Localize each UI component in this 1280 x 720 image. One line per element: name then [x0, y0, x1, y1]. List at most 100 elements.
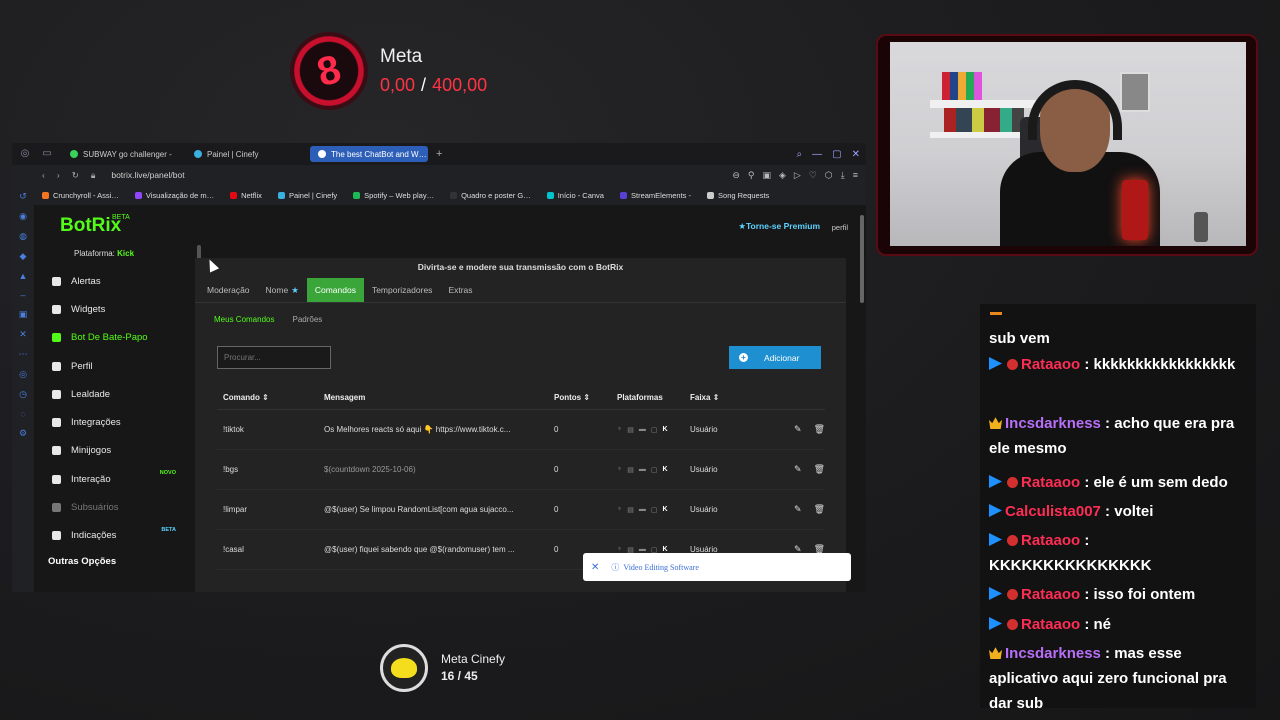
telegram-icon[interactable]: ◆ [20, 251, 27, 262]
page-scrollbar[interactable] [860, 215, 864, 303]
tab-botrix[interactable]: The best ChatBot and W… [310, 146, 428, 162]
x-icon[interactable]: ✕ [19, 329, 27, 340]
zoom-icon[interactable]: ⊖ [732, 170, 740, 181]
col-rank[interactable]: Faixa ⇕ [690, 393, 775, 402]
minimize-icon[interactable]: — [812, 149, 822, 160]
sidebar-item-chatbot[interactable]: Bot De Bate-Papo [48, 324, 176, 352]
chat-message: Calculista007 : voltei [989, 499, 1251, 524]
bookmark-netflix[interactable]: Netflix [230, 191, 262, 200]
tab-manager-icon[interactable]: ▭ [40, 147, 54, 161]
subtab-defaults[interactable]: Padrões [292, 315, 322, 324]
col-points[interactable]: Pontos ⇕ [554, 393, 617, 402]
tab-cinefy[interactable]: Painel | Cinefy [186, 146, 304, 162]
tab-temporizadores[interactable]: Temporizadores [364, 278, 440, 302]
chat-username[interactable]: Rataaoo [1021, 532, 1080, 549]
chat-username[interactable]: Incsdarkness [1005, 415, 1101, 432]
close-icon[interactable]: ✕ [852, 149, 860, 160]
workspace-icon[interactable]: ◎ [18, 147, 32, 161]
search-tabs-icon[interactable]: ⌕ [797, 149, 803, 160]
trash-icon[interactable]: 🗑︎ [814, 424, 825, 435]
more-icon[interactable]: ⋯ [19, 349, 28, 360]
webcam-books [942, 72, 982, 100]
play-icon[interactable]: ▷ [794, 170, 801, 181]
screenshot-icon[interactable]: ▣ [762, 170, 771, 181]
bookmark-cinefy[interactable]: Painel | Cinefy [277, 191, 337, 200]
tab-comandos[interactable]: Comandos [306, 278, 364, 302]
toast-text[interactable]: Video Editing Software [623, 563, 699, 572]
tab-subway[interactable]: SUBWAY go challenger - [62, 146, 180, 162]
url-field[interactable]: botrix.live/panel/bot [111, 170, 184, 180]
sidebar-item-minijogos[interactable]: Minijogos [48, 437, 176, 465]
extensions-icon[interactable]: ⬡ [825, 170, 833, 181]
maximize-icon[interactable]: ▢ [832, 149, 841, 160]
webcam-shelf [930, 100, 1040, 108]
search-input[interactable] [217, 346, 331, 369]
bookmark-icon [707, 191, 715, 199]
twitch-icon[interactable]: ▣ [19, 309, 28, 320]
facebook-icon: ▢ [650, 506, 658, 514]
tab-extras[interactable]: Extras [440, 278, 480, 302]
cell-message: @$(user) Se limpou RandomList[com agua s… [324, 505, 514, 514]
bookmark-song-requests[interactable]: Song Requests [707, 191, 769, 200]
chat-username[interactable]: Calculista007 [1005, 503, 1101, 520]
edit-icon[interactable]: ✎ [794, 424, 802, 435]
back-icon[interactable]: ‹ [42, 170, 45, 180]
chat-username[interactable]: Rataaoo [1021, 616, 1080, 633]
bookmark-streamelements[interactable]: StreamElements - [619, 191, 691, 200]
bookmark-spotify[interactable]: Spotify – Web play… [353, 191, 434, 200]
chat-username[interactable]: Incsdarkness [1005, 645, 1101, 662]
chat-username[interactable]: Rataaoo [1021, 356, 1080, 373]
close-icon[interactable]: ✕ [591, 562, 599, 573]
new-tab-icon[interactable]: + [436, 148, 442, 160]
cell-command: !limpar [223, 505, 248, 514]
tab-moderacao[interactable]: Moderação [199, 278, 258, 302]
bulb-icon[interactable]: ◌ [20, 409, 25, 419]
bookmark-icon [353, 191, 361, 199]
player-icon[interactable]: ◎ [19, 369, 27, 380]
bookmark-label: Visualização de m… [145, 190, 215, 200]
col-platforms: Plataformas [617, 393, 663, 402]
tab-nome[interactable]: Nome ★ [258, 278, 307, 302]
tab-favicon [318, 150, 326, 158]
whatsapp-icon[interactable]: ◍ [19, 231, 27, 242]
sidebar-item-widgets[interactable]: Widgets [48, 295, 176, 323]
trash-icon[interactable]: 🗑︎ [814, 504, 825, 515]
profile-link[interactable]: perfil [832, 223, 848, 232]
heart-icon[interactable]: ♡ [809, 170, 817, 181]
bookmark-quadro[interactable]: Quadro e poster G… [450, 191, 531, 200]
reload-icon[interactable]: ↻ [72, 170, 79, 181]
menu-icon[interactable]: ≡ [853, 170, 858, 181]
col-command[interactable]: Comando ⇕ [217, 393, 324, 402]
sidebar-item-alertas[interactable]: Alertas [48, 267, 176, 295]
cinefy-goal-title: Meta Cinefy [441, 652, 506, 666]
forward-icon[interactable]: › [57, 170, 60, 180]
goal-target: 400,00 [432, 75, 488, 95]
prime-badge-icon [989, 357, 1002, 370]
pin-icon[interactable]: ⚲ [748, 170, 755, 181]
download-icon[interactable]: ⤓ [841, 170, 845, 181]
bookmark-canva[interactable]: Início - Canva [546, 191, 604, 200]
subtab-my-commands[interactable]: Meus Comandos [214, 315, 274, 324]
bookmark-twitch[interactable]: Visualização de m… [134, 190, 215, 200]
sidebar-item-interacao[interactable]: Interação NOVO [48, 465, 176, 493]
sidebar-item-indicacoes[interactable]: Indicações BETA [48, 522, 176, 550]
edit-icon[interactable]: ✎ [794, 504, 802, 515]
trash-icon[interactable]: 🗑︎ [814, 464, 825, 475]
shield-icon[interactable]: ◈ [779, 170, 786, 181]
sidebar-item-perfil[interactable]: Perfil [48, 352, 176, 380]
video-editing-toast[interactable]: ✕ ⓘ Video Editing Software [583, 553, 851, 581]
edit-icon[interactable]: ✎ [794, 464, 802, 475]
premium-link[interactable]: ★Torne-se Premium [738, 221, 820, 232]
history-icon[interactable]: ↺ [19, 191, 27, 202]
messenger-icon[interactable]: ◉ [19, 211, 27, 222]
add-command-button[interactable]: + Adicionar [729, 346, 821, 369]
chat-username[interactable]: Rataaoo [1021, 586, 1080, 603]
clock-icon[interactable]: ◷ [19, 389, 27, 400]
sidebar-item-integracoes[interactable]: Integrações [48, 408, 176, 436]
settings-icon[interactable]: ⚙ [19, 428, 27, 439]
chat-username[interactable]: Rataaoo [1021, 474, 1080, 491]
ai-icon[interactable]: ▲ [19, 271, 28, 281]
bookmark-crunchyroll[interactable]: Crunchyroll - Assi… [42, 191, 119, 200]
sidebar-item-lealdade[interactable]: Lealdade [48, 380, 176, 408]
sidebar-item-subsuarios[interactable]: Subsuários [48, 493, 176, 521]
